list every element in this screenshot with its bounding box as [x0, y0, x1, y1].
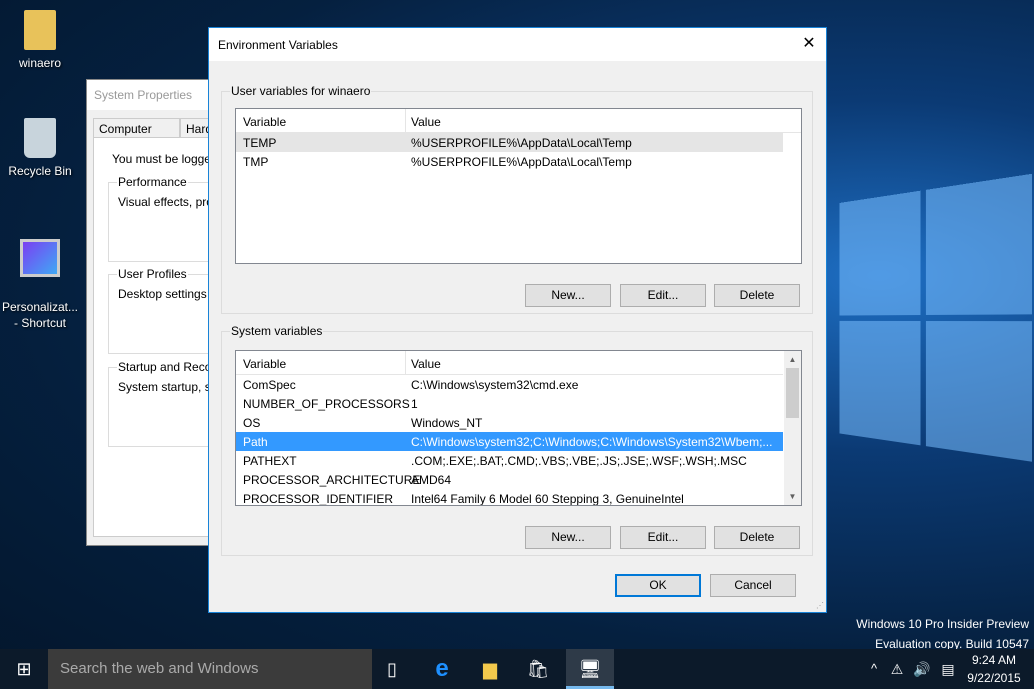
start-button[interactable]: ⊞ — [0, 649, 48, 689]
tab-panel: You must be logged Performance Visual eff… — [93, 137, 228, 537]
user-variables-group: User variables for winaero Variable Value… — [221, 84, 813, 314]
system-properties-taskbar-icon[interactable]: 🖥 — [566, 649, 614, 689]
environment-variables-dialog: Environment Variables ✕ User variables f… — [208, 27, 827, 613]
volume-icon[interactable]: 🔊 — [910, 649, 934, 689]
system-new-button[interactable]: New... — [525, 526, 611, 549]
column-header-value[interactable]: Value — [411, 115, 441, 129]
table-row[interactable]: PATHEXT .COM;.EXE;.BAT;.CMD;.VBS;.VBE;.JS… — [236, 451, 783, 470]
table-row[interactable]: PROCESSOR_ARCHITECTURE AMD64 — [236, 470, 783, 489]
system-variables-list[interactable]: Variable Value ComSpec C:\Windows\system32… — [235, 350, 802, 506]
cancel-button[interactable]: Cancel — [710, 574, 796, 597]
table-row[interactable]: Path C:\Windows\system32;C:\Windows;C:\Wi… — [236, 432, 783, 451]
search-box[interactable]: Search the web and Windows — [48, 649, 372, 689]
resize-grip-icon[interactable]: ⋰ — [816, 601, 824, 610]
dialog-title-bar: Environment Variables ✕ — [209, 28, 826, 61]
user-edit-button[interactable]: Edit... — [620, 284, 706, 307]
scroll-down-icon[interactable]: ▼ — [784, 488, 801, 505]
show-hidden-icons-icon[interactable]: ^ — [864, 649, 884, 689]
column-header-variable[interactable]: Variable — [243, 115, 286, 129]
window-title: System Properties — [87, 80, 210, 110]
desktop-icon-winaero[interactable]: winaero — [0, 10, 80, 70]
clock[interactable]: 9:24 AM 9/22/2015 — [962, 649, 1026, 689]
desktop-icon-personalization[interactable]: Personalizat... - Shortcut — [0, 225, 80, 331]
user-folder-icon — [24, 10, 56, 50]
user-new-button[interactable]: New... — [525, 284, 611, 307]
table-row[interactable]: TEMP %USERPROFILE%\AppData\Local\Temp — [236, 133, 783, 152]
system-properties-window: System Properties Computer Name Hard You… — [86, 79, 228, 546]
monitor-icon — [20, 239, 60, 277]
network-warning-icon[interactable]: ⚠ — [886, 649, 908, 689]
edge-icon[interactable]: e — [418, 649, 466, 689]
dialog-title: Environment Variables — [218, 38, 338, 52]
user-delete-button[interactable]: Delete — [714, 284, 800, 307]
tab-computer-name[interactable]: Computer Name — [93, 118, 180, 150]
task-view-icon[interactable]: ▯ — [372, 649, 412, 689]
column-header-variable[interactable]: Variable — [243, 357, 286, 371]
table-row[interactable]: PROCESSOR_IDENTIFIER Intel64 Family 6 Mod… — [236, 489, 783, 505]
table-row[interactable]: OS Windows_NT — [236, 413, 783, 432]
icon-label: Recycle Bin — [8, 164, 72, 178]
system-edit-button[interactable]: Edit... — [620, 526, 706, 549]
close-icon[interactable]: ✕ — [792, 28, 826, 60]
table-row[interactable]: NUMBER_OF_PROCESSORS 1 — [236, 394, 783, 413]
system-delete-button[interactable]: Delete — [714, 526, 800, 549]
vertical-scrollbar[interactable]: ▲ ▼ — [784, 351, 801, 505]
recycle-bin-icon — [24, 118, 56, 158]
table-row[interactable]: TMP %USERPROFILE%\AppData\Local\Temp — [236, 152, 801, 171]
column-header-value[interactable]: Value — [411, 357, 441, 371]
build-watermark: Windows 10 Pro Insider Preview Evaluation… — [856, 617, 1029, 651]
windows-logo-wallpaper — [839, 173, 1033, 466]
user-variables-list[interactable]: Variable Value TEMP %USERPROFILE%\AppData\… — [235, 108, 802, 264]
group-label: System variables — [230, 324, 324, 338]
notice-text: You must be logged — [112, 152, 218, 166]
ok-button[interactable]: OK — [615, 574, 701, 597]
windows-icon: ⊞ — [16, 659, 32, 679]
desktop-icon-recycle-bin[interactable]: Recycle Bin — [0, 118, 80, 178]
system-variables-group: System variables Variable Value ComSpec C:… — [221, 324, 813, 556]
icon-label: Personalizat... - Shortcut — [1, 300, 79, 330]
table-row[interactable]: ComSpec C:\Windows\system32\cmd.exe — [236, 375, 783, 394]
icon-label: winaero — [18, 56, 62, 70]
group-label: User variables for winaero — [230, 84, 372, 98]
scroll-up-icon[interactable]: ▲ — [784, 351, 801, 368]
scrollbar-thumb[interactable] — [786, 368, 799, 418]
store-icon[interactable]: 🛍 — [514, 649, 562, 689]
action-center-icon[interactable]: ▤ — [936, 649, 960, 689]
taskbar: ⊞ Search the web and Windows ▯ e ▆ 🛍 🖥 ^… — [0, 649, 1034, 689]
file-explorer-icon[interactable]: ▆ — [466, 649, 514, 689]
